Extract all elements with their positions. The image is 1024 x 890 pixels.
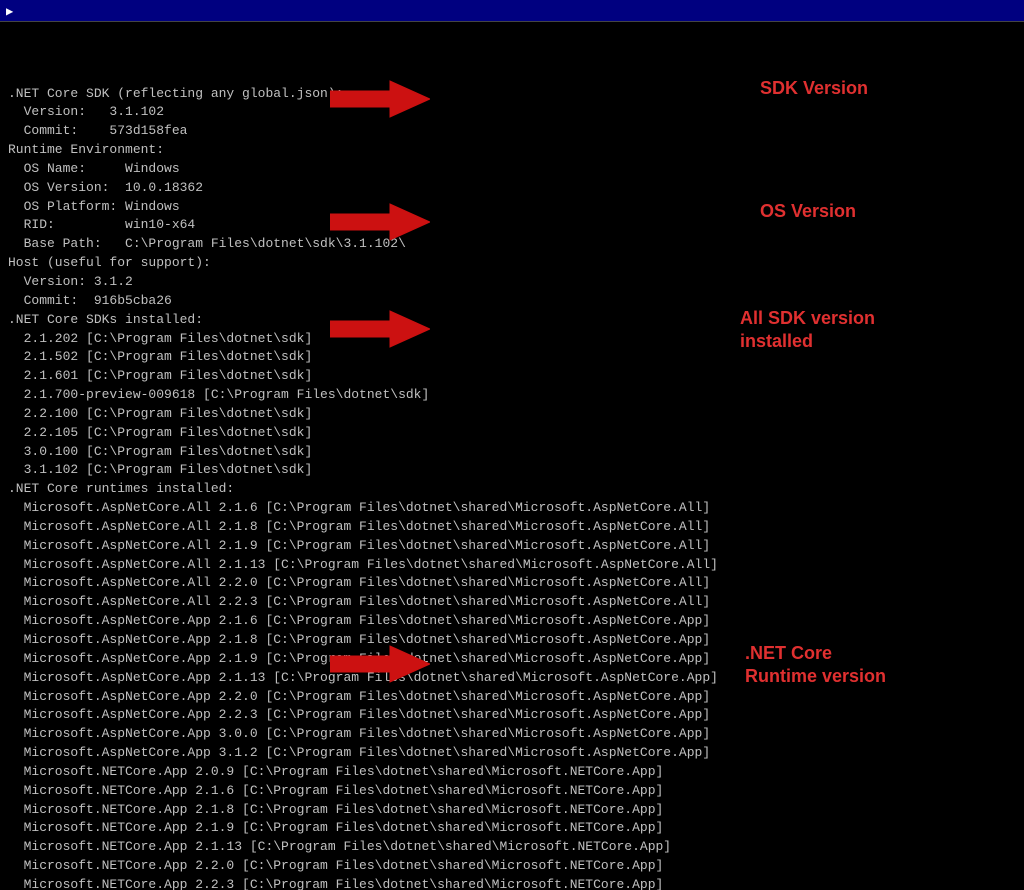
terminal-line: Microsoft.AspNetCore.App 2.1.8 [C:\Progr… <box>8 631 1016 650</box>
terminal-line: RID: win10-x64 <box>8 216 1016 235</box>
title-bar-icon: ▶ <box>6 4 20 18</box>
terminal-line: Microsoft.NETCore.App 2.2.3 [C:\Program … <box>8 876 1016 890</box>
terminal-line: 3.0.100 [C:\Program Files\dotnet\sdk] <box>8 443 1016 462</box>
terminal-line: Microsoft.AspNetCore.App 2.1.9 [C:\Progr… <box>8 650 1016 669</box>
terminal-line: Microsoft.AspNetCore.All 2.1.8 [C:\Progr… <box>8 518 1016 537</box>
terminal-line: 3.1.102 [C:\Program Files\dotnet\sdk] <box>8 461 1016 480</box>
terminal-line: Commit: 916b5cba26 <box>8 292 1016 311</box>
terminal-line: Microsoft.AspNetCore.All 2.2.0 [C:\Progr… <box>8 574 1016 593</box>
terminal-line: Microsoft.AspNetCore.App 2.2.3 [C:\Progr… <box>8 706 1016 725</box>
terminal-line: Microsoft.AspNetCore.App 2.2.0 [C:\Progr… <box>8 688 1016 707</box>
terminal-line: Microsoft.AspNetCore.App 3.0.0 [C:\Progr… <box>8 725 1016 744</box>
terminal-line: Microsoft.NETCore.App 2.1.8 [C:\Program … <box>8 801 1016 820</box>
terminal-line: Microsoft.AspNetCore.App 2.1.6 [C:\Progr… <box>8 612 1016 631</box>
terminal-line: Microsoft.NETCore.App 2.1.13 [C:\Program… <box>8 838 1016 857</box>
terminal-line: .NET Core runtimes installed: <box>8 480 1016 499</box>
terminal-line: Host (useful for support): <box>8 254 1016 273</box>
command-line <box>8 28 1016 85</box>
terminal-line: Microsoft.AspNetCore.App 3.1.2 [C:\Progr… <box>8 744 1016 763</box>
terminal-line: Microsoft.AspNetCore.All 2.1.9 [C:\Progr… <box>8 537 1016 556</box>
terminal-line: OS Version: 10.0.18362 <box>8 179 1016 198</box>
terminal-line: Microsoft.NETCore.App 2.1.6 [C:\Program … <box>8 782 1016 801</box>
terminal-output: .NET Core SDK (reflecting any global.jso… <box>8 85 1016 890</box>
terminal-line: Commit: 573d158fea <box>8 122 1016 141</box>
terminal-line: 2.2.100 [C:\Program Files\dotnet\sdk] <box>8 405 1016 424</box>
terminal-line: Microsoft.NETCore.App 2.1.9 [C:\Program … <box>8 819 1016 838</box>
terminal-line: Microsoft.AspNetCore.App 2.1.13 [C:\Prog… <box>8 669 1016 688</box>
terminal-line: Runtime Environment: <box>8 141 1016 160</box>
terminal-line: Base Path: C:\Program Files\dotnet\sdk\3… <box>8 235 1016 254</box>
terminal-window: .NET Core SDK (reflecting any global.jso… <box>0 22 1024 890</box>
terminal-line: Microsoft.AspNetCore.All 2.2.3 [C:\Progr… <box>8 593 1016 612</box>
terminal-line: 2.1.700-preview-009618 [C:\Program Files… <box>8 386 1016 405</box>
terminal-line: .NET Core SDK (reflecting any global.jso… <box>8 85 1016 104</box>
terminal-line: OS Platform: Windows <box>8 198 1016 217</box>
terminal-line: Version: 3.1.2 <box>8 273 1016 292</box>
terminal-line: 2.1.202 [C:\Program Files\dotnet\sdk] <box>8 330 1016 349</box>
terminal-line: 2.2.105 [C:\Program Files\dotnet\sdk] <box>8 424 1016 443</box>
terminal-line: Microsoft.AspNetCore.All 2.1.6 [C:\Progr… <box>8 499 1016 518</box>
terminal-line: Microsoft.AspNetCore.All 2.1.13 [C:\Prog… <box>8 556 1016 575</box>
title-bar: ▶ <box>0 0 1024 22</box>
terminal-line: .NET Core SDKs installed: <box>8 311 1016 330</box>
terminal-line: Microsoft.NETCore.App 2.2.0 [C:\Program … <box>8 857 1016 876</box>
terminal-line: Microsoft.NETCore.App 2.0.9 [C:\Program … <box>8 763 1016 782</box>
terminal-line: Version: 3.1.102 <box>8 103 1016 122</box>
terminal-line: 2.1.502 [C:\Program Files\dotnet\sdk] <box>8 348 1016 367</box>
terminal-line: OS Name: Windows <box>8 160 1016 179</box>
terminal-line: 2.1.601 [C:\Program Files\dotnet\sdk] <box>8 367 1016 386</box>
